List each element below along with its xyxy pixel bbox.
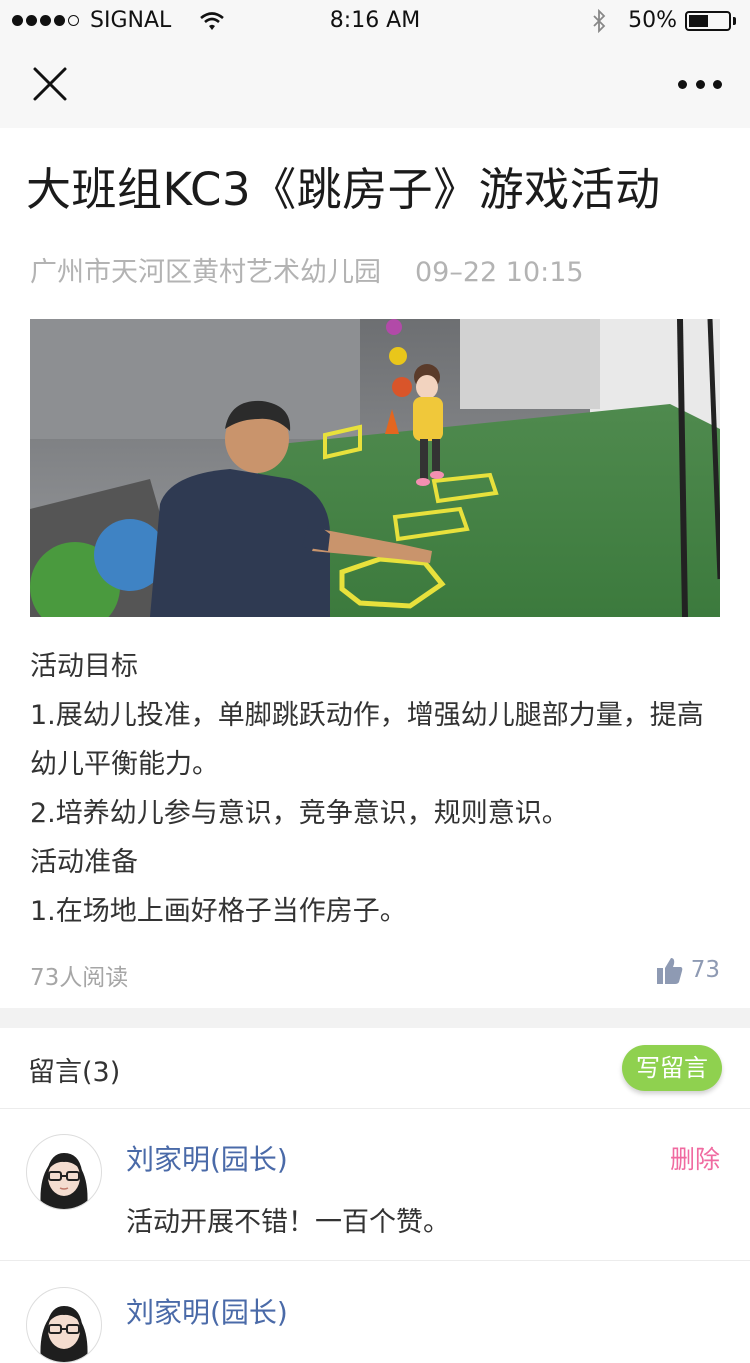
comment-author[interactable]: 刘家明(园长) xyxy=(126,1138,288,1178)
comments-header: 留言(3) 写留言 xyxy=(0,1028,750,1109)
avatar[interactable] xyxy=(26,1287,102,1363)
close-icon xyxy=(33,67,67,101)
comment-author[interactable]: 刘家明(园长) xyxy=(126,1291,288,1331)
nav-bar xyxy=(0,40,750,128)
avatar-illustration xyxy=(40,1153,88,1209)
article-title: 大班组KC3《跳房子》游戏活动 xyxy=(26,163,661,216)
read-count: 73人阅读 xyxy=(30,965,129,991)
battery-percent: 50% xyxy=(628,8,677,33)
like-count: 73 xyxy=(690,957,720,983)
write-comment-button[interactable]: 写留言 xyxy=(622,1045,722,1091)
avatar-illustration xyxy=(40,1306,88,1362)
thumbs-up-icon xyxy=(656,958,683,984)
avatar[interactable] xyxy=(26,1134,102,1210)
like-button[interactable]: 73 xyxy=(656,956,720,984)
comment-item: 刘家明(园长) 删除 活动开展不错！一百个赞。 xyxy=(0,1108,750,1261)
article-meta: 广州市天河区黄村艺术幼儿园 09–22 10:15 xyxy=(30,250,584,289)
paragraph: 1.展幼儿投准，单脚跳跃动作，增强幼儿腿部力量，提高幼儿平衡能力。 xyxy=(30,700,704,780)
battery-area: 50% xyxy=(592,8,736,33)
article-body: 活动目标 1.展幼儿投准，单脚跳跃动作，增强幼儿腿部力量，提高幼儿平衡能力。 2… xyxy=(30,642,722,936)
comment-text: 活动开展不错！一百个赞。 xyxy=(126,1207,450,1238)
comments-title: 留言(3) xyxy=(28,1057,121,1088)
comment-item: 刘家明(园长) xyxy=(0,1261,750,1363)
battery-icon xyxy=(685,10,731,31)
article-photo[interactable] xyxy=(30,319,720,617)
more-button[interactable] xyxy=(678,74,722,94)
paragraph-heading: 活动准备 xyxy=(30,847,138,878)
paragraph: 1.在场地上画好格子当作房子。 xyxy=(30,896,407,927)
article-date: 09–22 10:15 xyxy=(415,257,584,288)
paragraph: 2.培养幼儿参与意识，竞争意识，规则意识。 xyxy=(30,798,569,829)
close-button[interactable] xyxy=(30,64,70,104)
delete-comment-button[interactable]: 删除 xyxy=(670,1140,720,1176)
photo-illustration xyxy=(30,319,720,617)
status-bar: SIGNAL 8:16 AM 50% xyxy=(0,0,750,40)
bluetooth-icon xyxy=(593,8,606,33)
section-divider xyxy=(0,1008,750,1028)
paragraph-heading: 活动目标 xyxy=(30,651,138,682)
article-author[interactable]: 广州市天河区黄村艺术幼儿园 xyxy=(30,257,381,288)
more-icon xyxy=(678,79,687,89)
